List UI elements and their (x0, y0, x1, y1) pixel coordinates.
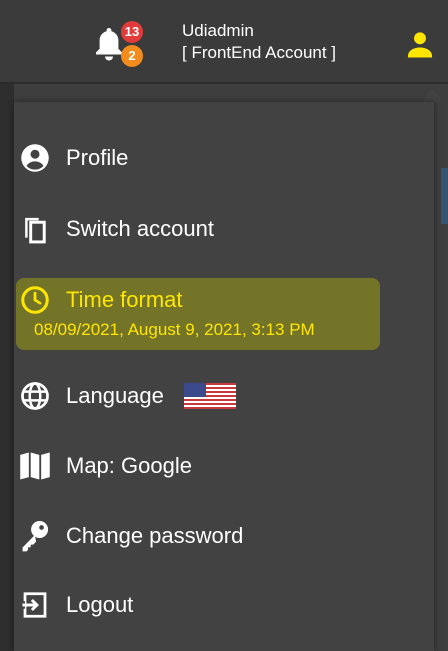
time-format-value: 08/09/2021, August 9, 2021, 3:13 PM (34, 320, 315, 339)
map-icon (18, 449, 52, 483)
key-icon (18, 519, 52, 553)
menu-item-logout[interactable]: Logout (18, 585, 133, 625)
menu-item-time-format-label: Time format (66, 287, 183, 312)
menu-item-switch-account-label: Switch account (66, 216, 214, 241)
menu-item-change-password-label: Change password (66, 523, 244, 548)
alerts-count-badge[interactable]: 2 (121, 45, 143, 67)
user-menu-button[interactable] (392, 13, 448, 75)
user-name: Udiadmin (182, 21, 254, 40)
menu-item-language[interactable]: Language (18, 376, 236, 416)
background-panel (0, 84, 14, 651)
menu-item-map-label: Map: Google (66, 453, 192, 478)
background-panel-edge (441, 168, 448, 224)
menu-item-language-label: Language (66, 383, 164, 408)
clock-icon (18, 283, 52, 317)
menu-caret (422, 88, 442, 102)
account-circle-icon (18, 141, 52, 175)
logout-icon (18, 588, 52, 622)
menu-item-profile-label: Profile (66, 145, 129, 170)
menu-item-logout-label: Logout (66, 592, 134, 617)
account-label: [ FrontEnd Account ] (182, 43, 337, 62)
user-icon (407, 32, 433, 58)
globe-icon (18, 379, 52, 413)
notifications-count-badge[interactable]: 13 (121, 21, 143, 43)
copy-icon (18, 212, 52, 246)
menu-item-switch-account[interactable]: Switch account (18, 209, 214, 249)
us-flag-icon (183, 383, 236, 409)
menu-item-map[interactable]: Map: Google (18, 446, 192, 486)
notifications-bell-icon[interactable] (94, 26, 124, 62)
menu-item-profile[interactable]: Profile (18, 138, 128, 178)
menu-item-change-password[interactable]: Change password (18, 516, 243, 556)
top-bar: 13 2 Udiadmin [ FrontEnd Account ] (0, 0, 448, 84)
menu-item-time-format[interactable]: Time format (18, 280, 183, 320)
